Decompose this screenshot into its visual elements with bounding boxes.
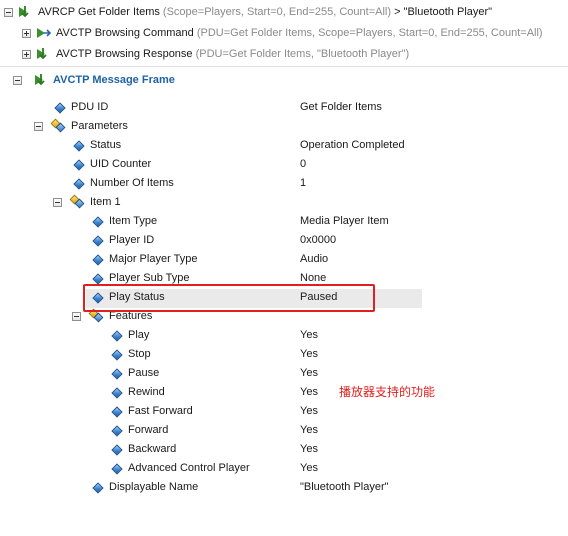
frame-row-browsing-command[interactable]: AVCTP Browsing Command (PDU=Get Folder I…: [0, 23, 568, 44]
field-value: 0x0000: [300, 234, 337, 246]
field-icon: [111, 368, 123, 380]
field-value: Yes: [300, 386, 318, 398]
field-icon: [111, 463, 123, 475]
field-icon: [111, 349, 123, 361]
field-icon: [111, 406, 123, 418]
field-value: Yes: [300, 329, 318, 341]
field-value: Yes: [300, 424, 318, 436]
field-icon: [92, 482, 104, 494]
collapse-toggle-icon[interactable]: [4, 8, 13, 17]
field-label[interactable]: Player ID: [109, 231, 154, 250]
group-label[interactable]: Parameters: [71, 117, 128, 136]
annotation-note: 播放器支持的功能: [339, 385, 436, 399]
field-value: 1: [300, 177, 307, 189]
field-label[interactable]: Major Player Type: [109, 250, 197, 269]
field-label[interactable]: PDU ID: [71, 98, 108, 117]
field-value: Yes: [300, 348, 318, 360]
field-label[interactable]: Forward: [128, 421, 168, 440]
message-frame-icon: [35, 74, 45, 86]
collapse-toggle-icon[interactable]: [53, 198, 62, 207]
field-label[interactable]: Stop: [128, 345, 151, 364]
details-header[interactable]: AVCTP Message Frame: [0, 70, 568, 91]
highlight-box: [83, 284, 375, 312]
field-label[interactable]: Advanced Control Player: [128, 459, 250, 478]
frame-row-browsing-response[interactable]: AVCTP Browsing Response (PDU=Get Folder …: [0, 44, 568, 65]
frame-title-command: AVCTP Browsing Command (PDU=Get Folder I…: [56, 27, 543, 39]
field-icon: [73, 178, 85, 190]
field-label[interactable]: Play: [128, 326, 149, 345]
expand-toggle-icon[interactable]: [22, 50, 31, 59]
field-value: Yes: [300, 405, 318, 417]
field-icon: [111, 387, 123, 399]
field-label[interactable]: Rewind: [128, 383, 165, 402]
group-label[interactable]: Item 1: [90, 193, 121, 212]
field-label[interactable]: Item Type: [109, 212, 157, 231]
expand-toggle-icon[interactable]: [22, 29, 31, 38]
folder-icon: [69, 194, 85, 209]
field-label[interactable]: Fast Forward: [128, 402, 193, 421]
folder-icon: [50, 118, 66, 133]
field-icon: [92, 216, 104, 228]
command-arrow-icon: [37, 28, 51, 38]
field-value: Operation Completed: [300, 139, 405, 151]
field-value: Get Folder Items: [300, 101, 382, 113]
field-value: Yes: [300, 367, 318, 379]
field-icon: [111, 425, 123, 437]
frame-title-avrcp: AVRCP Get Folder Items (Scope=Players, S…: [38, 6, 493, 18]
field-value: 0: [300, 158, 307, 170]
field-icon: [111, 330, 123, 342]
field-value: Audio: [300, 253, 329, 265]
field-icon: [73, 159, 85, 171]
field-icon: [92, 235, 104, 247]
frame-row-avrcp[interactable]: AVRCP Get Folder Items (Scope=Players, S…: [0, 2, 568, 23]
field-value: Yes: [300, 443, 318, 455]
field-label[interactable]: Displayable Name: [109, 478, 198, 497]
field-label[interactable]: Pause: [128, 364, 159, 383]
avrcp-frame-icon: [19, 6, 29, 18]
divider: [0, 66, 568, 67]
field-label[interactable]: Number Of Items: [90, 174, 174, 193]
field-icon: [92, 254, 104, 266]
field-label[interactable]: UID Counter: [90, 155, 151, 174]
collapse-toggle-icon[interactable]: [34, 122, 43, 131]
field-icon: [111, 444, 123, 456]
collapse-toggle-icon[interactable]: [13, 76, 22, 85]
field-icon: [92, 273, 104, 285]
field-value: Media Player Item: [300, 215, 389, 227]
field-icon: [73, 140, 85, 152]
frame-title-response: AVCTP Browsing Response (PDU=Get Folder …: [56, 48, 410, 60]
field-label[interactable]: Status: [90, 136, 121, 155]
response-arrow-icon: [37, 48, 47, 60]
field-label[interactable]: Backward: [128, 440, 176, 459]
details-title: AVCTP Message Frame: [53, 74, 175, 86]
field-value: "Bluetooth Player": [300, 481, 389, 493]
collapse-toggle-icon[interactable]: [72, 312, 81, 321]
field-icon: [54, 102, 66, 114]
field-value: Yes: [300, 462, 318, 474]
